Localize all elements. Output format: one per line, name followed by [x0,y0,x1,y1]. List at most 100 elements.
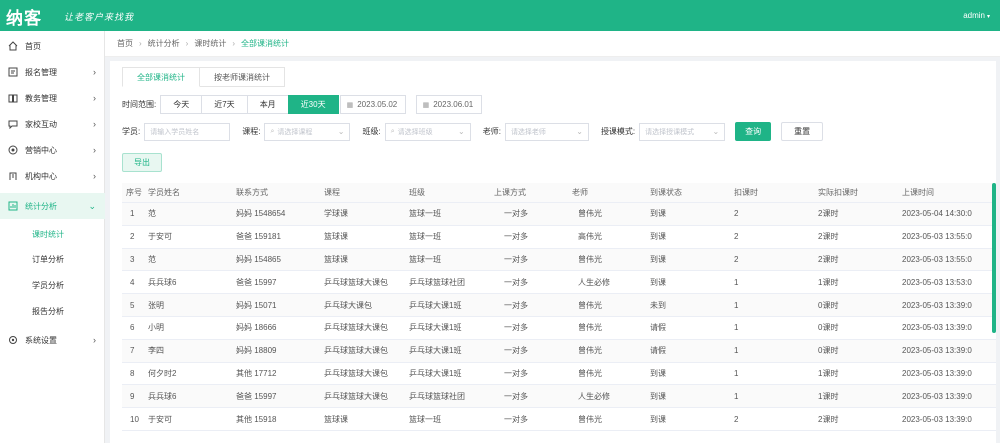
table-row[interactable]: 7 李四 妈妈 18809 乒乓球篮球大课包 乒乓球大课1班 一对多 曾伟光 请假 1 0课时 20… [122,339,996,363]
teacher-placeholder: 请选择老师 [510,128,546,136]
range-7days-button[interactable]: 近7天 [201,95,248,114]
table-row[interactable]: 5 张明 妈妈 15071 乒乓球大课包 乒乓球大课1班 一对多 曾伟光 未到 1 0课时 2023… [122,294,996,317]
chevron-right-icon: › [93,335,96,345]
reset-button[interactable]: 重置 [781,122,824,141]
column-header[interactable]: 扣课时 [730,187,814,198]
table-cell: 2023-05-03 13:55:0 [902,232,972,242]
table-cell: 范 [148,254,156,264]
chevron-down-icon: ⌄ [576,127,583,136]
course-select[interactable]: ⌕ 请选择课程 ⌄ [264,122,351,141]
caret-down-icon[interactable]: ▾ [987,14,990,20]
table-cell: 乒乓球篮球社团 [409,277,465,287]
table-row[interactable]: 2 于安可 爸爸 159181 篮球课 篮球一班 一对多 高伟光 到课 2 2课时 2023-05-… [122,226,996,249]
sidebar-item-home[interactable]: 首页 [0,33,105,59]
table-cell: 2 [130,232,135,242]
table-cell: 一对多 [504,209,528,219]
column-header[interactable]: 序号 [122,187,144,198]
table-cell: 8 [130,368,135,378]
chevron-down-icon: ⌄ [458,127,465,136]
tab-all-consumption[interactable]: 全部课消统计 [122,67,200,87]
sidebar-sub-order-analysis[interactable]: 订单分析 [32,254,64,265]
tab-teacher-consumption[interactable]: 按老师课消统计 [200,67,285,87]
sidebar-sub-report-analysis[interactable]: 报告分析 [32,306,64,317]
chevron-right-icon: › [93,145,96,155]
table-cell: 7 [130,346,135,356]
start-date-picker[interactable]: ▦ 2023.05.02 [339,95,406,114]
table-cell: 篮球课 [324,232,348,242]
column-header[interactable]: 学员姓名 [144,187,232,198]
sidebar-item-settings[interactable]: 系统设置 › [0,327,105,353]
chevron-down-icon: ⌄ [337,127,345,136]
table-cell: 乒乓球篮球大课包 [324,368,388,378]
home-icon [7,40,19,52]
table-cell: 5 [130,300,135,310]
range-month-button[interactable]: 本月 [246,95,289,114]
sidebar-item-organization[interactable]: 机构中心 › [0,163,105,189]
user-name[interactable]: admin [963,11,985,20]
teaching-mode-select[interactable]: 请选择授课模式 ⌄ [639,122,726,141]
table-row[interactable]: 3 范 妈妈 154865 篮球课 篮球一班 一对多 曾伟光 到课 2 2课时 2023-05-03… [122,248,996,272]
table-cell: 一对多 [504,277,528,287]
export-button[interactable]: 导出 [122,153,162,172]
chevron-right-icon: › [93,93,96,103]
student-label: 学员: [122,127,141,136]
column-header[interactable]: 老师 [568,187,646,198]
class-select[interactable]: ⌕ 请选择班级 ⌄ [384,122,471,141]
table-cell: 曾伟光 [578,414,602,424]
brand-logo[interactable]: 纳客 [6,4,42,29]
range-today-button[interactable]: 今天 [160,95,203,114]
table-cell: 到课 [650,391,666,401]
sidebar-sub-lesson-stats[interactable]: 课时统计 [32,229,64,240]
table-cell: 到课 [650,209,666,219]
breadcrumb-separator-icon: › [232,39,236,48]
sidebar-item-statistics[interactable]: 统计分析 ⌄ [0,193,105,219]
table-cell: 2课时 [818,414,839,424]
sidebar-item-marketing[interactable]: 营销中心 › [0,137,105,163]
column-header[interactable]: 实际扣课时 [814,187,898,198]
chat-icon [7,118,19,130]
table-scrollbar[interactable] [992,183,996,333]
table-cell: 到课 [650,277,666,287]
sidebar-item-registration[interactable]: 报名管理 › [0,59,105,85]
sidebar-item-interaction[interactable]: 家校互动 › [0,111,105,137]
table-cell: 2023-05-04 14:30:0 [902,209,972,219]
range-30days-button[interactable]: 近30天 [287,95,339,114]
table-cell: 2 [734,254,739,264]
column-header[interactable]: 到课状态 [646,187,730,198]
table-row[interactable]: 4 兵兵球6 爸爸 15997 乒乓球篮球大课包 乒乓球篮球社团 一对多 人生必修 到课 1 1课… [122,271,996,295]
column-header[interactable]: 班级 [405,187,490,198]
column-header[interactable]: 上课方式 [490,187,568,198]
end-date-picker[interactable]: ▦ 2023.06.01 [415,95,482,114]
column-header[interactable]: 课程 [320,187,405,198]
class-placeholder: 请选择班级 [397,128,433,136]
breadcrumb-lesson-stats[interactable]: 课时统计 [194,38,226,49]
query-button[interactable]: 查询 [735,122,772,141]
table-row[interactable]: 6 小明 妈妈 18666 乒乓球篮球大课包 乒乓球大课1班 一对多 曾伟光 请假 1 0课时 20… [122,317,996,340]
table-cell: 篮球课 [324,414,348,424]
table-cell: 乒乓球篮球大课包 [324,391,388,401]
table-row[interactable]: 8 何夕时2 其他 17712 乒乓球篮球大课包 乒乓球大课1班 一对多 曾伟光 到课 1 1课时… [122,363,996,386]
table-cell: 1 [734,368,739,378]
table-cell: 0课时 [818,300,839,310]
table-cell: 10 [130,414,139,424]
sidebar-item-label: 教务管理 [25,93,57,103]
sidebar-item-academic[interactable]: 教务管理 › [0,85,105,111]
teacher-select[interactable]: 请选择老师 ⌄ [504,122,589,141]
table-cell: 未到 [650,300,666,310]
column-header[interactable]: 上课时间 [898,187,996,198]
breadcrumb-statistics[interactable]: 统计分析 [148,38,180,49]
sidebar-item-label: 系统设置 [25,335,57,345]
column-header[interactable]: 联系方式 [232,187,320,198]
table-row[interactable]: 10 于安可 其他 15918 篮球课 篮球一班 一对多 曾伟光 到课 2 2课时 2023-05-… [122,408,996,431]
breadcrumb-home[interactable]: 首页 [117,38,133,49]
breadcrumb: 首页 › 统计分析 › 课时统计 › 全部课消统计 [105,31,1000,57]
table-row[interactable]: 9 兵兵球6 爸爸 15997 乒乓球篮球大课包 乒乓球篮球社团 一对多 人生必修 到课 1 1课… [122,385,996,409]
sidebar-item-label: 机构中心 [25,171,57,181]
table-cell: 兵兵球6 [148,391,177,401]
table-row[interactable]: 1 范 妈妈 1548654 学球课 篮球一班 一对多 曾伟光 到课 2 2课时 2023-05-0… [122,203,996,226]
user-menu[interactable]: admin ▾ [963,11,990,20]
table-cell: 4 [130,277,135,287]
sidebar-sub-student-analysis[interactable]: 学员分析 [32,280,64,291]
student-search-input[interactable]: 请输入学员姓名 [144,122,231,141]
table-cell: 0课时 [818,323,839,333]
